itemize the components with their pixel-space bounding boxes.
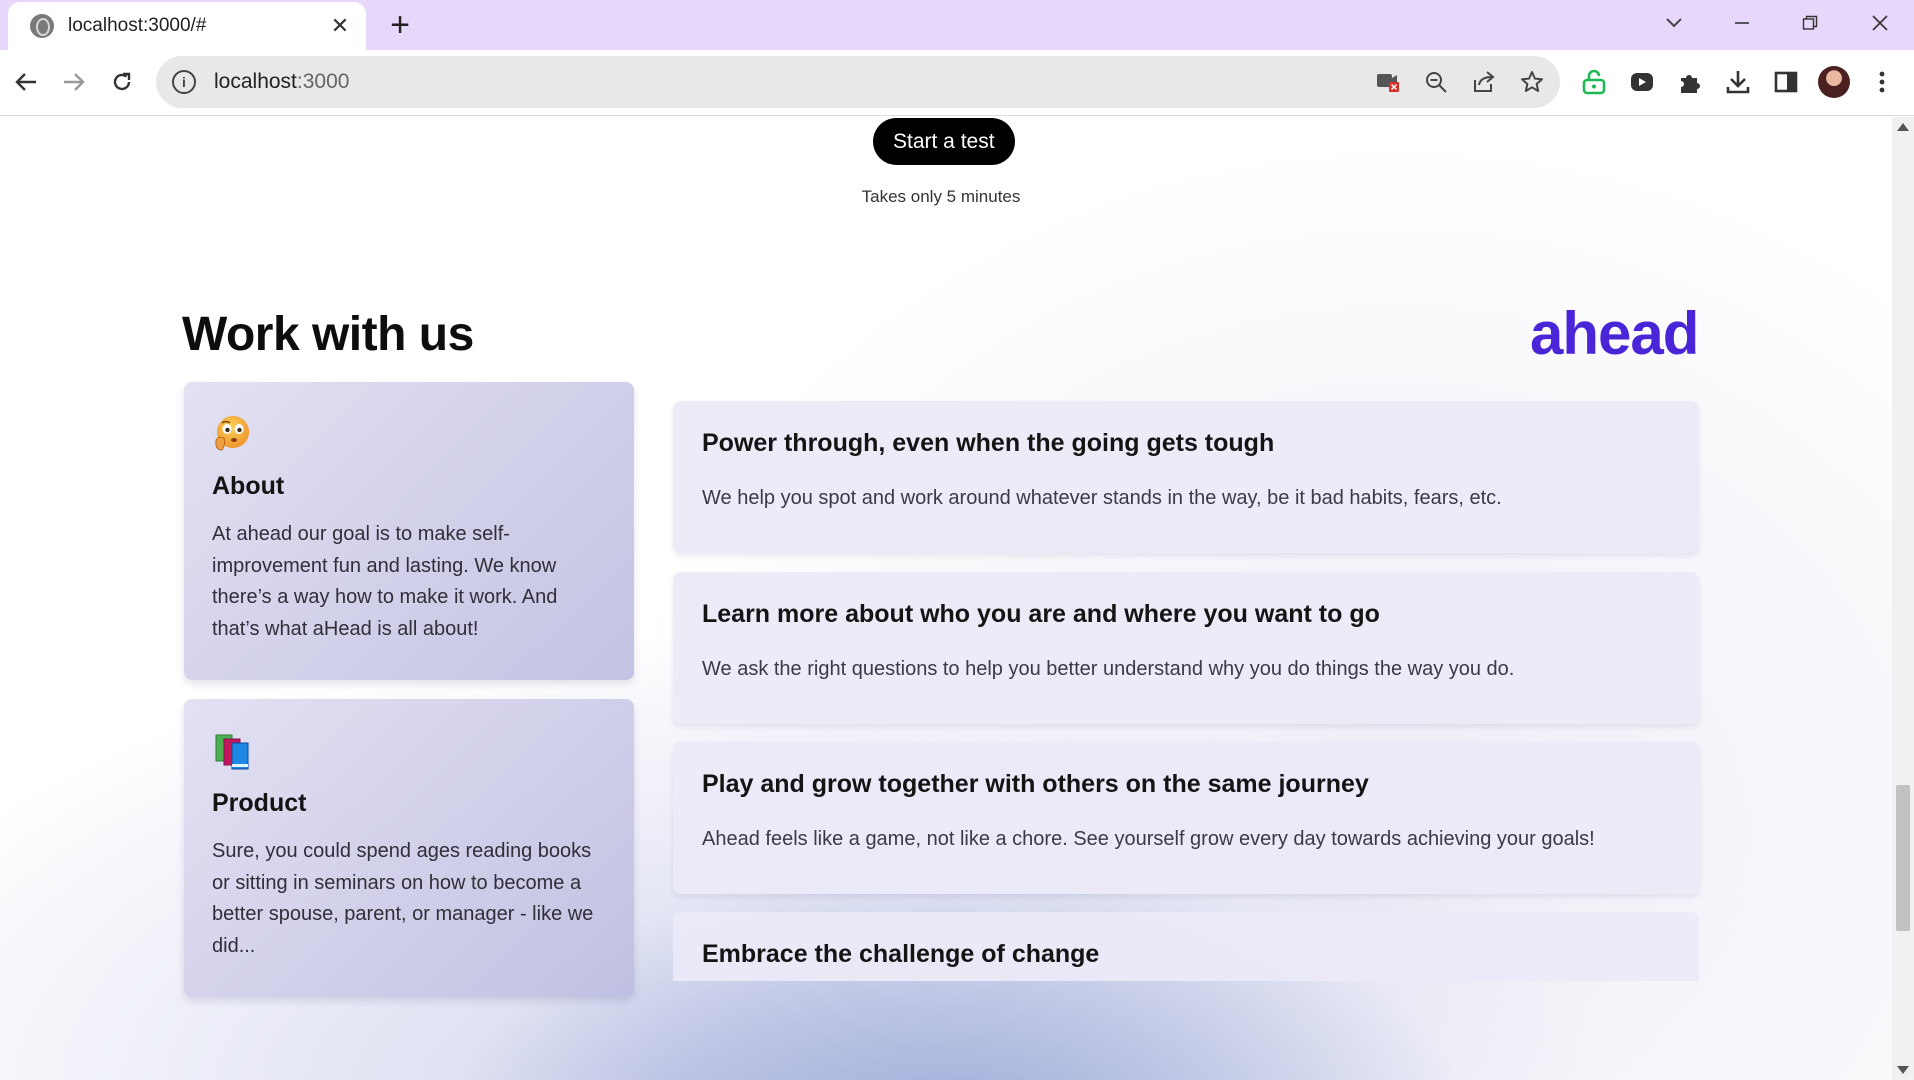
product-text: Sure, you could spend ages reading books… <box>212 840 594 957</box>
extension-lock-icon[interactable] <box>1578 66 1610 98</box>
extension-record-icon[interactable] <box>1626 66 1658 98</box>
minimize-button[interactable] <box>1722 6 1762 40</box>
product-card: Product Sure, you could spend ages readi… <box>184 699 634 997</box>
bookmark-star-icon[interactable] <box>1518 68 1546 96</box>
page-scrollbar[interactable] <box>1892 117 1914 1080</box>
close-window-button[interactable] <box>1860 6 1900 40</box>
zoom-out-icon[interactable] <box>1422 68 1450 96</box>
about-text: At ahead our goal is to make self-improv… <box>212 523 558 640</box>
tab-search-chevron-icon[interactable] <box>1654 6 1694 40</box>
download-icon[interactable] <box>1722 66 1754 98</box>
extensions-puzzle-icon[interactable] <box>1674 66 1706 98</box>
share-icon[interactable] <box>1470 68 1498 96</box>
feature-title: Play and grow together with others on th… <box>702 770 1369 798</box>
site-info-icon[interactable]: i <box>172 70 196 94</box>
camera-blocked-icon[interactable] <box>1374 68 1402 96</box>
new-tab-button[interactable]: + <box>384 8 416 42</box>
scrollbar-thumb[interactable] <box>1896 785 1910 931</box>
start-test-button[interactable]: Start a test <box>873 118 1015 165</box>
menu-kebab-icon[interactable] <box>1866 66 1898 98</box>
scroll-up-arrow-icon[interactable] <box>1897 123 1909 131</box>
feature-text: We help you spot and work around whateve… <box>702 487 1502 509</box>
feature-card: Embrace the challenge of change <box>673 912 1699 981</box>
feature-text: We ask the right questions to help you b… <box>702 658 1515 680</box>
feature-card-clip: Embrace the challenge of change <box>673 912 1699 981</box>
thinking-face-icon <box>212 414 252 454</box>
feature-card: Play and grow together with others on th… <box>673 742 1699 894</box>
feature-title: Learn more about who you are and where y… <box>702 600 1380 628</box>
about-card: About At ahead our goal is to make self-… <box>184 382 634 680</box>
forward-button[interactable] <box>52 60 96 104</box>
browser-toolbar: i localhost:3000 <box>0 50 1914 116</box>
restore-button[interactable] <box>1790 6 1830 40</box>
page-viewport: Start a test Takes only 5 minutes Work w… <box>0 117 1892 1080</box>
feature-card: Power through, even when the going gets … <box>673 401 1699 553</box>
cta-note: Takes only 5 minutes <box>861 187 1021 206</box>
close-tab-icon[interactable]: ✕ <box>328 13 352 39</box>
scroll-down-arrow-icon[interactable] <box>1897 1066 1909 1074</box>
about-title: About <box>212 472 285 500</box>
books-icon <box>212 731 252 771</box>
feature-title: Power through, even when the going gets … <box>702 429 1275 457</box>
reload-button[interactable] <box>100 60 144 104</box>
tab-title: localhost:3000/# <box>68 15 207 36</box>
back-button[interactable] <box>4 60 48 104</box>
section-title: Work with us <box>182 308 474 361</box>
feature-text: Ahead feels like a game, not like a chor… <box>702 828 1595 850</box>
feature-card: Learn more about who you are and where y… <box>673 572 1699 724</box>
ahead-logo: ahead <box>1530 300 1699 367</box>
product-title: Product <box>212 789 307 817</box>
address-bar[interactable]: i localhost:3000 <box>156 56 1560 108</box>
profile-avatar[interactable] <box>1818 66 1850 98</box>
address-url[interactable]: localhost:3000 <box>214 70 349 94</box>
feature-title: Embrace the challenge of change <box>702 940 1100 968</box>
side-panel-icon[interactable] <box>1770 66 1802 98</box>
globe-icon <box>30 14 54 38</box>
tab-strip: localhost:3000/# ✕ + <box>0 0 1914 50</box>
browser-tab[interactable]: localhost:3000/# ✕ <box>8 2 366 50</box>
